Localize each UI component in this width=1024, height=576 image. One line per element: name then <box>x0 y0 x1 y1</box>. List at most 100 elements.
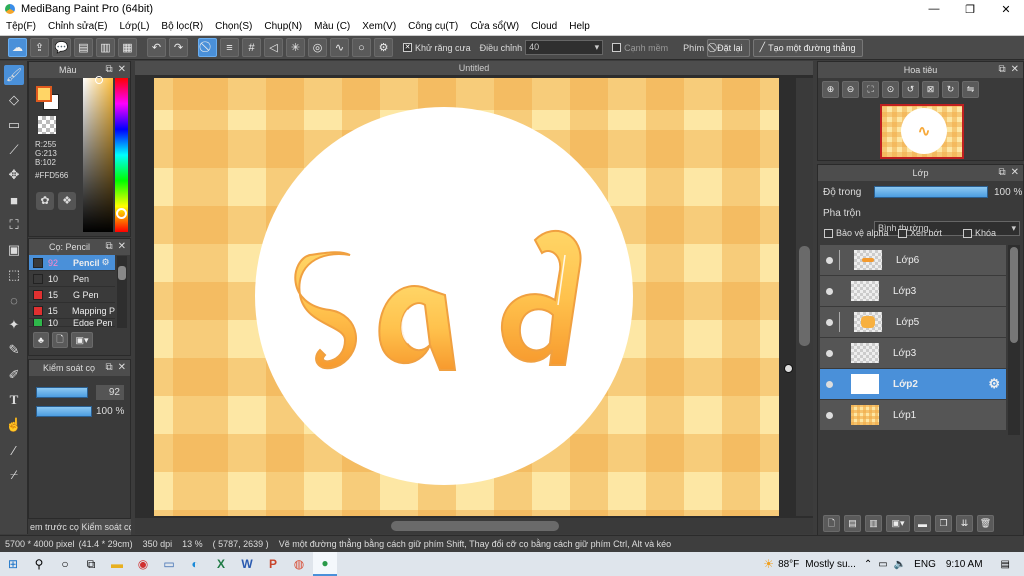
move-tool-icon[interactable]: ✥ <box>4 165 24 185</box>
menu-filter[interactable]: Bộ lọc(R) <box>155 21 209 32</box>
new-halftone-layer-icon[interactable]: ▤ <box>844 515 861 532</box>
settings-snap-icon[interactable]: ⚙ <box>374 38 393 57</box>
brush-size-value[interactable]: 92 <box>96 385 124 400</box>
close-icon[interactable]: ✕ <box>1011 167 1019 178</box>
radial-snap-icon[interactable]: ✳ <box>286 38 305 57</box>
visibility-icon[interactable] <box>826 256 833 264</box>
hue-slider-handle[interactable] <box>116 208 127 219</box>
soft-edge-checkbox[interactable] <box>612 43 622 52</box>
vertical-scrollbar[interactable] <box>796 78 813 516</box>
zoom-in-icon[interactable]: ⊕ <box>822 81 839 98</box>
visibility-icon[interactable] <box>826 318 833 326</box>
layer-opacity-slider[interactable] <box>874 186 988 198</box>
minimize-button[interactable]: — <box>916 3 952 16</box>
brush-item[interactable]: 15 Mapping P <box>29 303 115 319</box>
undock-icon[interactable]: ⧉ <box>105 241 112 252</box>
undock-icon[interactable]: ⧉ <box>105 362 112 373</box>
weather-temp[interactable]: 88°F <box>778 559 799 570</box>
tray-arrow-icon[interactable]: ⌃ <box>864 559 872 570</box>
notification-icon[interactable]: ▤ <box>1001 559 1010 570</box>
protect-alpha-checkbox[interactable] <box>824 228 833 238</box>
powerpoint-icon[interactable]: P <box>261 552 285 576</box>
perspective-snap-icon[interactable]: ◁ <box>264 38 283 57</box>
dot-tool-icon[interactable]: ⟋ <box>4 140 24 160</box>
operation-tool-icon[interactable]: ☝ <box>4 415 24 435</box>
language-indicator[interactable]: ENG <box>914 559 936 570</box>
menu-layer[interactable]: Lớp(L) <box>114 21 156 32</box>
circle-snap-icon[interactable]: ○ <box>352 38 371 57</box>
brush-item[interactable]: 10 Edge Pen <box>29 319 115 327</box>
brush-item[interactable]: 10 Pen <box>29 271 115 287</box>
lock-toggle[interactable]: Khóa <box>963 228 996 238</box>
brush-size-slider[interactable] <box>36 387 88 398</box>
reset-view-icon[interactable]: ⊠ <box>922 81 939 98</box>
close-icon[interactable]: ✕ <box>118 64 126 75</box>
parallel-snap-icon[interactable]: ≡ <box>220 38 239 57</box>
flip-icon[interactable]: ⇋ <box>962 81 979 98</box>
zoom-out-icon[interactable]: ⊖ <box>842 81 859 98</box>
panel-layout-icon[interactable]: ▦ <box>118 38 137 57</box>
menu-select[interactable]: Chọn(S) <box>209 21 258 32</box>
add-brush-icon[interactable]: ♣ <box>33 332 49 348</box>
make-line-button[interactable]: ╱ Tạo một đường thẳng <box>752 38 863 57</box>
gear-icon[interactable]: ⚙ <box>102 257 110 268</box>
brush-opacity-slider[interactable] <box>36 406 92 417</box>
layer-row[interactable]: Lớp3 <box>820 276 1006 307</box>
excel-icon[interactable]: X <box>209 552 233 576</box>
undock-icon[interactable]: ⧉ <box>105 64 112 75</box>
divide-tool-icon[interactable]: ⁄ <box>4 440 24 460</box>
duplicate-layer-icon[interactable]: ❐ <box>935 515 952 532</box>
chrome-icon[interactable]: ◍ <box>287 552 311 576</box>
fill-rect-tool-icon[interactable]: ■ <box>4 190 24 210</box>
rotate-right-icon[interactable]: ↻ <box>942 81 959 98</box>
share-icon[interactable]: ⇪ <box>30 38 49 57</box>
menu-help[interactable]: Help <box>563 21 596 32</box>
soft-edge-toggle[interactable]: Cạnh mềm <box>612 43 668 53</box>
tab-brush-control[interactable]: Kiểm soát cọ <box>79 519 131 535</box>
close-icon[interactable]: ✕ <box>118 241 126 252</box>
antialias-toggle[interactable]: ✕ Khử răng cưa <box>403 43 471 53</box>
horizontal-scroll-thumb[interactable] <box>391 521 559 531</box>
undock-icon[interactable]: ⧉ <box>998 167 1005 178</box>
app-icon-red[interactable]: ◉ <box>131 552 155 576</box>
brush-menu-icon[interactable]: ▣▾ <box>71 332 93 348</box>
layer-row[interactable]: Lớp6 <box>820 245 1006 276</box>
picker-handle[interactable] <box>95 76 103 84</box>
menu-tools[interactable]: Công cụ(T) <box>402 21 464 32</box>
menu-snap[interactable]: Chụp(N) <box>258 21 308 32</box>
canvas-tab[interactable]: Untitled <box>135 61 813 75</box>
text-tool-icon[interactable]: T <box>4 390 24 410</box>
snap-off-icon[interactable]: ⃠ <box>198 38 217 57</box>
rotate-left-icon[interactable]: ↺ <box>902 81 919 98</box>
menu-file[interactable]: Tệp(F) <box>0 21 42 32</box>
reset-button[interactable]: ⃠Đặt lại <box>707 38 750 57</box>
layer-row[interactable]: Lớp3 <box>820 338 1006 369</box>
medibang-taskbar-icon[interactable]: ● <box>313 552 337 576</box>
protect-alpha-toggle[interactable]: Bảo vệ alpha <box>824 228 889 238</box>
grid-snap-icon[interactable]: # <box>242 38 261 57</box>
clock[interactable]: 9:10 AM <box>946 559 983 570</box>
clip-toggle[interactable]: Xén bớt <box>898 228 942 238</box>
navigator-preview[interactable]: ∿ <box>880 104 964 159</box>
layer-row[interactable]: Lớp1 <box>820 400 1006 431</box>
cloud-icon[interactable]: ☁ <box>8 38 27 57</box>
curve-snap-icon[interactable]: ∿ <box>330 38 349 57</box>
layer-list-scrollbar[interactable] <box>1008 245 1020 435</box>
merge-down-icon[interactable]: ⇊ <box>956 515 973 532</box>
lasso-tool-icon[interactable]: ◌ <box>4 290 24 310</box>
cortana-icon[interactable]: ○ <box>53 552 77 576</box>
add-layer-menu-icon[interactable]: ▣▾ <box>886 515 910 532</box>
foreground-color-swatch[interactable] <box>36 86 52 102</box>
select-tool-icon[interactable]: ⬚ <box>4 265 24 285</box>
network-icon[interactable]: ▭ <box>878 559 887 570</box>
delete-layer-icon[interactable]: 🗑 <box>977 515 994 532</box>
blend-mode-select[interactable]: Bình thường <box>874 221 1020 236</box>
menu-cloud[interactable]: Cloud <box>525 21 563 32</box>
visibility-icon[interactable] <box>826 287 833 295</box>
select-pen-tool-icon[interactable]: ✎ <box>4 340 24 360</box>
menu-window[interactable]: Cửa sổ(W) <box>464 21 525 32</box>
color-wheel-icon[interactable]: ✿ <box>36 192 54 210</box>
search-icon[interactable]: ⚲ <box>27 552 51 576</box>
maximize-button[interactable]: ❐ <box>952 3 988 16</box>
layer-settings-gear-icon[interactable]: ⚙ <box>988 376 1000 392</box>
